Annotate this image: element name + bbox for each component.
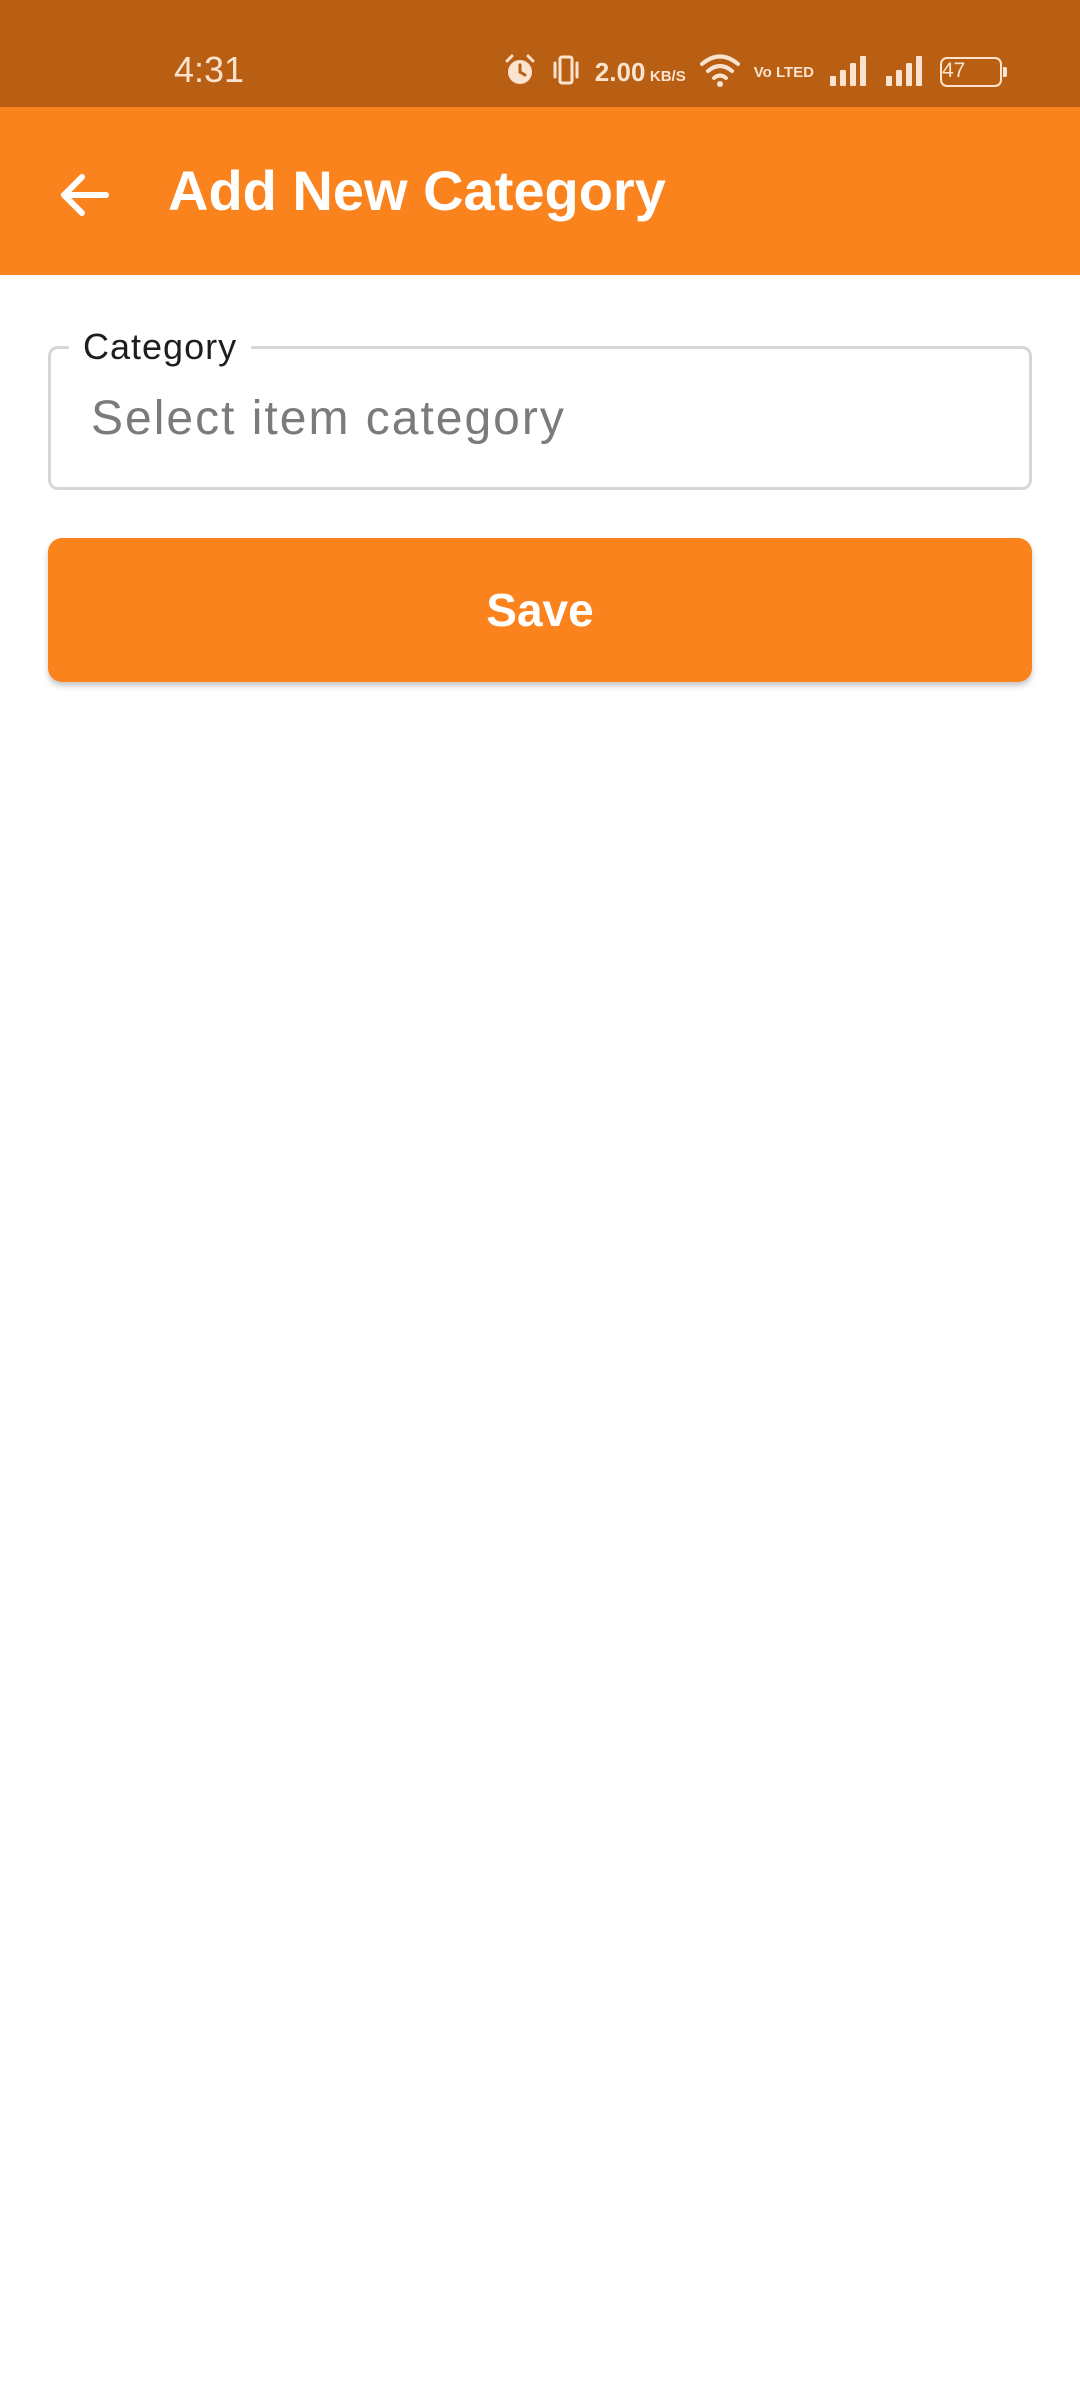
page-title: Add New Category [168, 159, 666, 222]
alarm-icon [503, 53, 537, 92]
battery-level: 47 [942, 59, 966, 82]
network-speed: 2.00 KB/S [595, 59, 686, 85]
network-speed-value: 2.00 [594, 57, 646, 87]
back-button[interactable] [44, 157, 124, 237]
volte-bottom: LTED [775, 63, 814, 81]
category-field-label: Category [69, 327, 252, 367]
vibrate-icon [551, 54, 581, 91]
status-time: 4:31 [174, 49, 245, 90]
save-button[interactable]: Save [48, 538, 1032, 682]
category-field[interactable]: Category [48, 327, 1032, 490]
arrow-left-icon [56, 167, 112, 228]
category-input[interactable] [91, 391, 991, 447]
signal-icon [828, 54, 870, 91]
signal-icon [884, 54, 926, 91]
status-icons: 2.00 KB/S Vo LTED 47 [503, 50, 1007, 94]
app-bar: Add New Category [0, 107, 1080, 275]
volte-indicator: Vo LTED [754, 65, 814, 80]
status-bar: 4:31 2.00 KB/S Vo LTED 47 [0, 0, 1080, 107]
wifi-icon [699, 53, 740, 92]
network-speed-unit: KB/S [649, 68, 686, 85]
battery-icon: 47 [940, 57, 1007, 87]
volte-top: Vo [753, 63, 772, 81]
